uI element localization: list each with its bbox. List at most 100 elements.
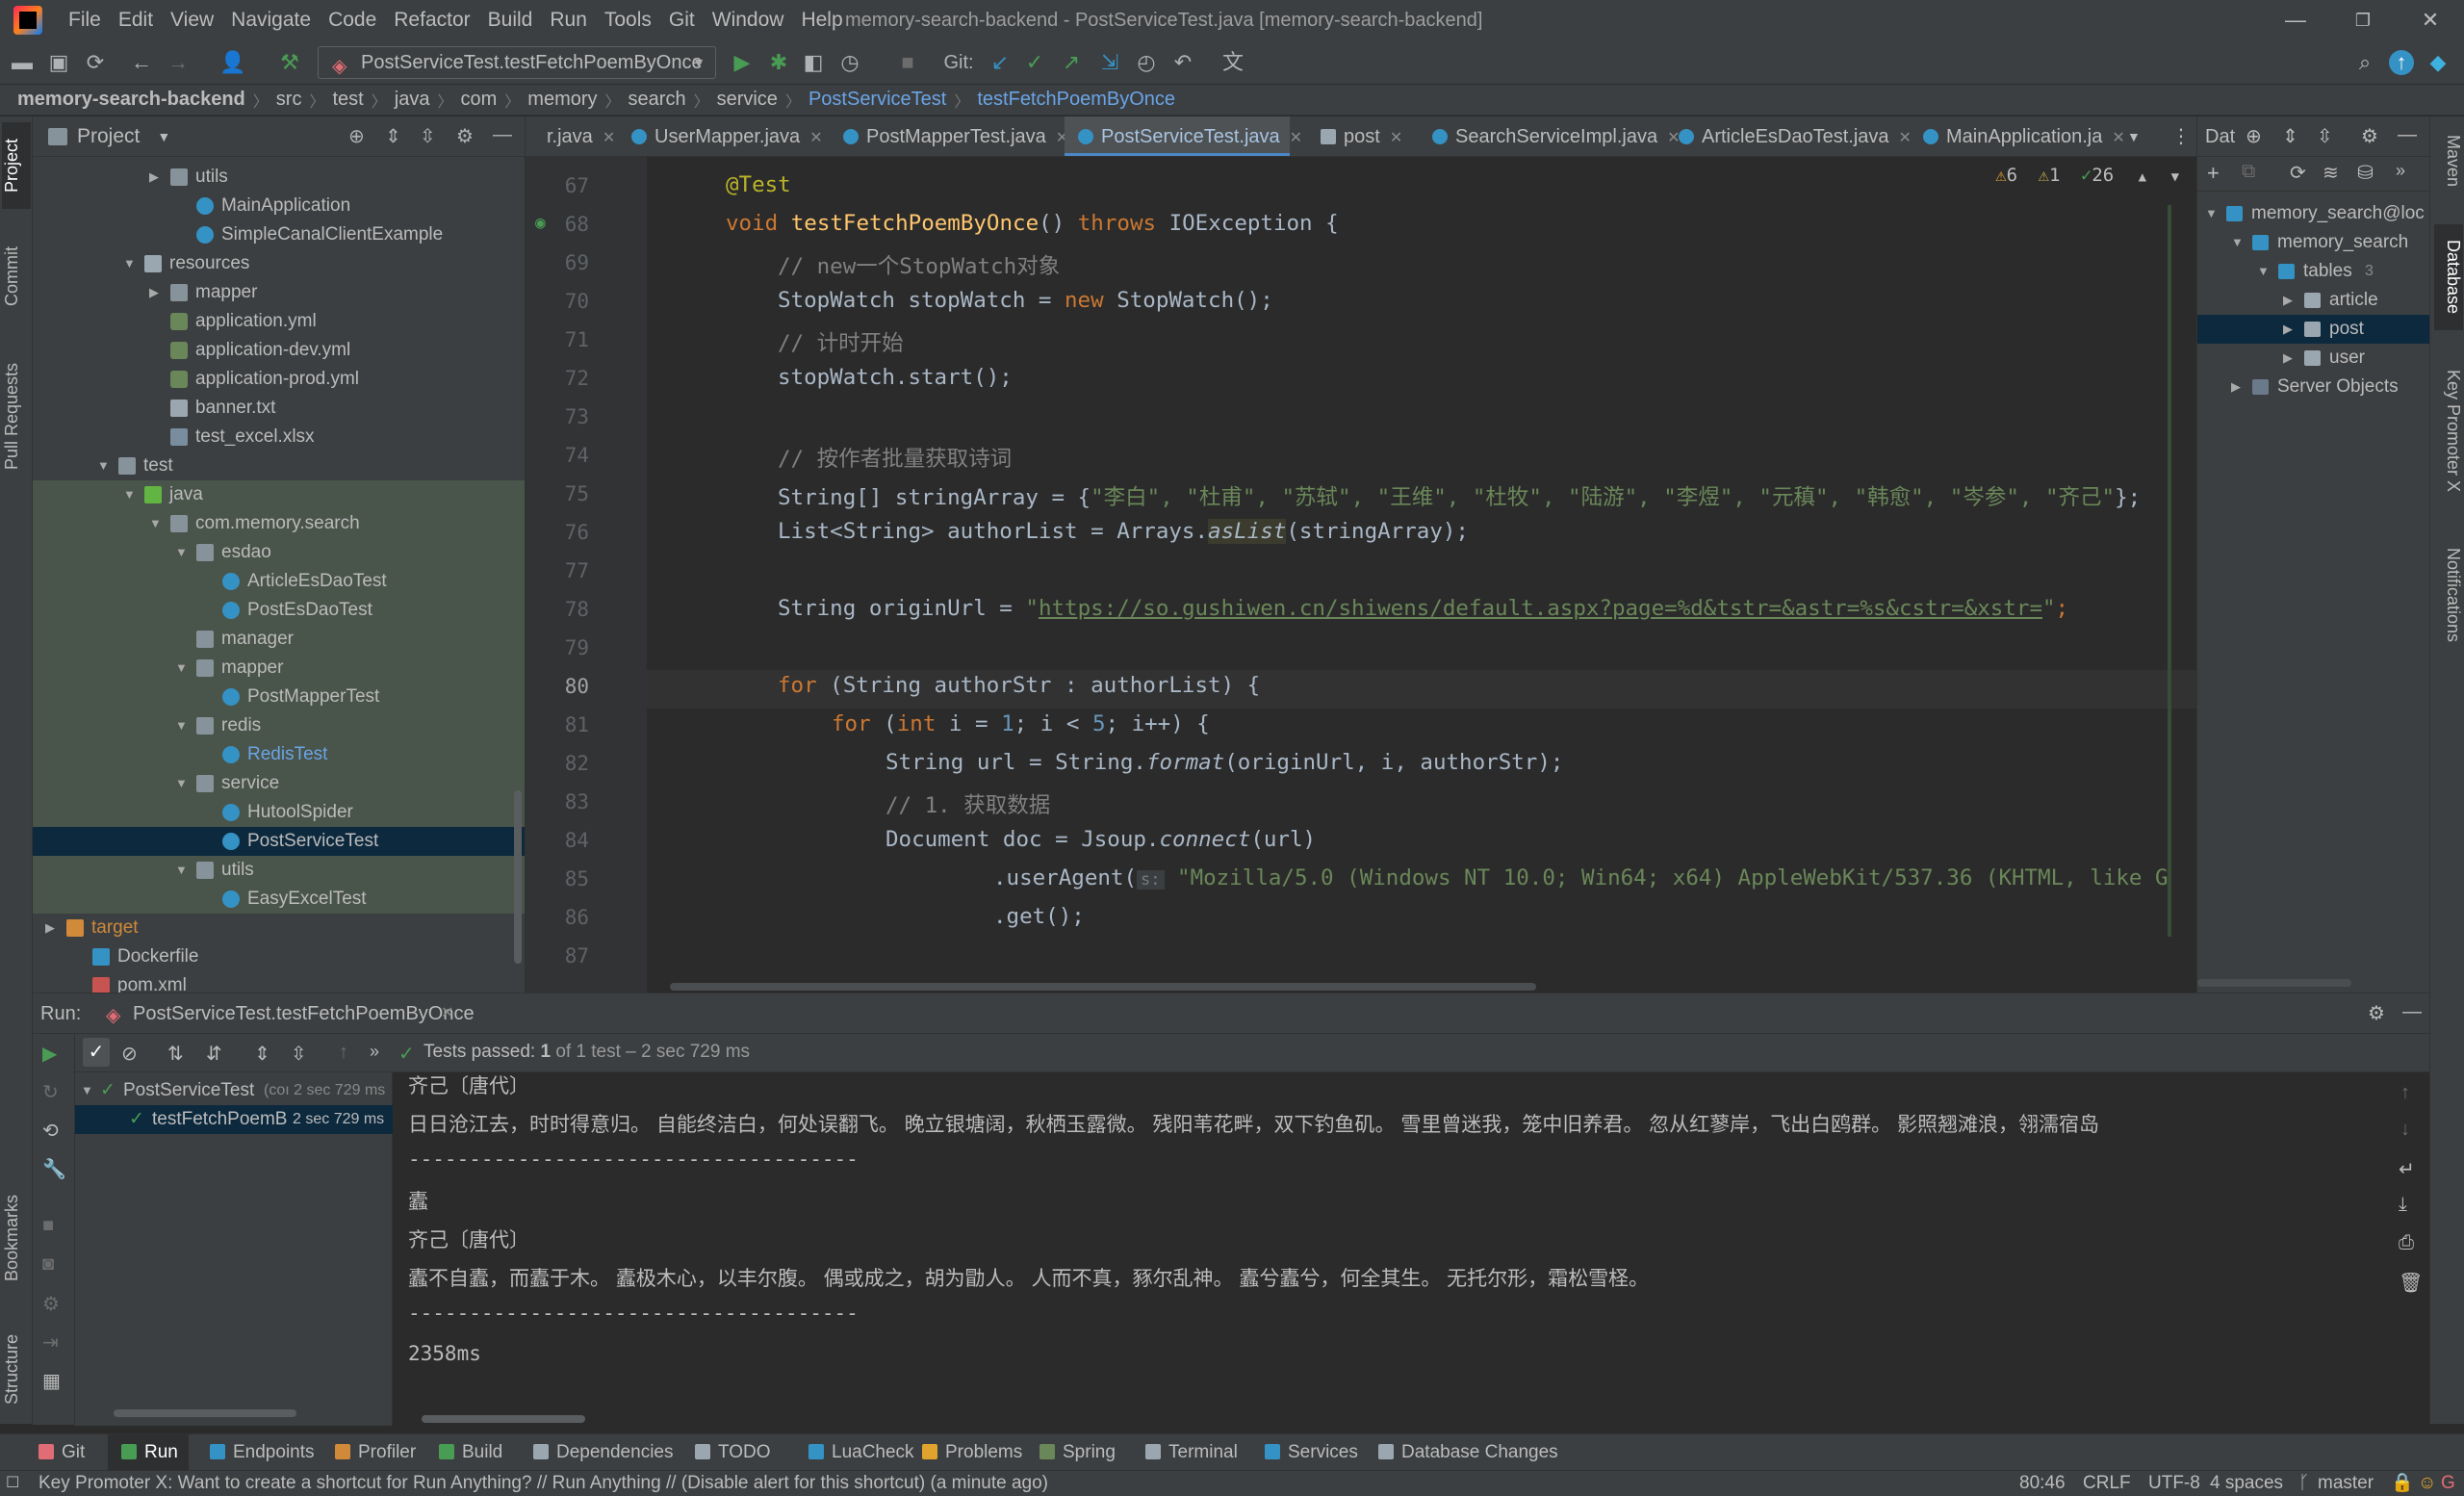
menu-run[interactable]: Run — [541, 0, 596, 40]
camera-icon[interactable]: ◙ — [42, 1253, 54, 1276]
breadcrumb-method[interactable]: testFetchPoemByOnce — [969, 89, 1183, 111]
run-gutter-icon[interactable]: ◉ — [535, 213, 554, 233]
bottom-tool-endpoints[interactable]: Endpoints — [196, 1434, 315, 1471]
project-tree-item[interactable]: application-prod.yml — [33, 365, 525, 394]
file-encoding[interactable]: UTF-8 — [2148, 1471, 2200, 1496]
project-tree-item[interactable]: PostMapperTest — [33, 683, 525, 711]
chevron-right-icon[interactable]: ▶ — [2231, 373, 2241, 401]
project-tree-item[interactable]: ▼ esdao — [33, 538, 525, 567]
stripe-commit[interactable]: Commit — [2, 230, 31, 322]
menu-edit[interactable]: Edit — [110, 0, 162, 40]
indent-setting[interactable]: 4 spaces — [2210, 1471, 2283, 1496]
url-link[interactable]: https://so.gushiwen.cn/shiwens/default.a… — [1039, 596, 2042, 621]
toggle-auto-test-icon[interactable]: ⟲ — [42, 1119, 59, 1143]
menu-tools[interactable]: Tools — [596, 0, 660, 40]
tab-list-chevron-icon[interactable]: ▼ — [2127, 116, 2141, 156]
breadcrumb-src[interactable]: src — [269, 89, 310, 111]
settings-icon[interactable]: ⚙ — [42, 1292, 60, 1316]
menu-navigate[interactable]: Navigate — [222, 0, 320, 40]
database-tree-item[interactable]: ▼ memory_search@loc — [2197, 199, 2429, 228]
status-message[interactable]: Key Promoter X: Want to create a shortcu… — [38, 1471, 1048, 1496]
stop-icon[interactable]: ■ — [42, 1215, 54, 1237]
expand-all-icon[interactable]: ⇕ — [254, 1042, 270, 1066]
update-icon[interactable]: ↑ — [2389, 50, 2414, 75]
open-folder-icon[interactable]: ▬ — [10, 50, 35, 75]
chevron-down-icon[interactable]: ▼ — [123, 249, 136, 278]
project-tree-item[interactable]: ▶ target — [33, 914, 525, 942]
inspection-widget[interactable]: ⚠6 ⚠1 ✓26 ▲ ▼ — [1995, 165, 2179, 186]
run-icon[interactable]: ▶ — [730, 50, 755, 75]
editor-tab[interactable]: post ✕ — [1307, 116, 1407, 156]
chevron-right-icon[interactable]: » — [370, 1042, 379, 1062]
menu-git[interactable]: Git — [660, 0, 704, 40]
up-icon[interactable]: ↑ — [2400, 1082, 2410, 1104]
stripe-key-promoter[interactable]: Key Promoter X — [2434, 359, 2463, 503]
close-window-button[interactable]: ✕ — [2397, 0, 2464, 40]
test-suite-row[interactable]: ▼ ✓ PostServiceTest (coı 2 sec 729 ms — [75, 1076, 393, 1105]
soft-wrap-icon[interactable]: ↵ — [2399, 1157, 2415, 1181]
run-tab[interactable]: PostServiceTest.testFetchPoemByOnce — [133, 1003, 475, 1025]
menu-file[interactable]: File — [60, 0, 110, 40]
bottom-tool-spring[interactable]: Spring — [1026, 1434, 1124, 1471]
project-tree-item[interactable]: application-dev.yml — [33, 336, 525, 365]
chevron-down-icon[interactable]: ▼ — [175, 856, 188, 885]
breadcrumb-com[interactable]: com — [452, 89, 504, 111]
properties-icon[interactable]: ≋ — [2323, 161, 2339, 185]
save-all-icon[interactable]: ▣ — [46, 50, 71, 75]
breadcrumb-project[interactable]: memory-search-backend — [0, 89, 253, 111]
project-tree-item[interactable]: ▼ test — [33, 451, 525, 480]
show-ignored-icon[interactable]: ⊘ — [121, 1042, 138, 1066]
chevron-down-icon[interactable]: ▼ — [123, 480, 136, 509]
collapse-all-icon[interactable]: ⇳ — [420, 124, 436, 148]
hide-icon[interactable]: — — [2398, 124, 2417, 146]
stripe-database[interactable]: Database — [2434, 224, 2463, 330]
gear-icon[interactable]: ⚙ — [456, 124, 474, 148]
project-tree-item[interactable]: ▼ com.memory.search — [33, 509, 525, 538]
add-icon[interactable]: + — [2207, 161, 2220, 186]
project-tree-item[interactable]: application.yml — [33, 307, 525, 336]
chevron-down-icon[interactable]: ▼ — [175, 654, 188, 683]
chevron-down-icon[interactable]: ▼ — [175, 769, 188, 798]
editor-tab[interactable]: SearchServiceImpl.java ✕ — [1419, 116, 1681, 156]
bottom-tool-build[interactable]: Build — [425, 1434, 512, 1471]
status-checkbox-icon[interactable]: ☐ — [6, 1471, 19, 1496]
sync-icon[interactable]: ⟳ — [83, 50, 108, 75]
console-output[interactable]: 齐己〔唐代〕 日日沧江去，时时得意归。 自能终洁白，何处误翻飞。 晚立银塘阔，秋… — [393, 1072, 2429, 1426]
chevron-right-icon[interactable]: ▶ — [149, 278, 159, 307]
breadcrumb-class[interactable]: PostServiceTest — [801, 89, 954, 111]
chevron-down-icon[interactable]: ▼ — [175, 711, 188, 740]
chevron-down-icon[interactable]: ▼ — [2231, 228, 2244, 257]
editor-tab[interactable]: MainApplication.ja ✕ — [1910, 116, 2154, 156]
stripe-notifications[interactable]: Notifications — [2434, 532, 2463, 658]
chevron-down-icon[interactable]: ▼ — [2205, 199, 2218, 228]
editor-tab[interactable]: UserMapper.java ✕ — [618, 116, 828, 156]
horizontal-scrollbar[interactable] — [670, 983, 1536, 991]
project-tree-item[interactable]: ▼ resources — [33, 249, 525, 278]
menu-code[interactable]: Code — [320, 0, 385, 40]
lock-icon[interactable]: 🔒 — [2391, 1471, 2414, 1496]
close-tab-icon[interactable]: ✕ — [1390, 130, 1402, 146]
gear-icon[interactable]: ⚙ — [2368, 1001, 2385, 1025]
bottom-tool-run[interactable]: Run — [108, 1434, 189, 1471]
breadcrumb-java[interactable]: java — [387, 89, 438, 111]
database-panel-title[interactable]: Dat — [2205, 126, 2235, 148]
debug-icon[interactable]: ✱ — [766, 50, 791, 75]
scroll-to-end-icon[interactable]: ⤓ — [2399, 1194, 2407, 1216]
breadcrumb-search[interactable]: search — [621, 89, 694, 111]
database-tree-item[interactable]: ▶ Server Objects — [2197, 373, 2429, 401]
chevron-right-icon[interactable]: » — [2396, 161, 2405, 181]
breadcrumb-memory[interactable]: memory — [520, 89, 604, 111]
project-tree-item[interactable]: banner.txt — [33, 394, 525, 423]
project-tree-item[interactable]: HutoolSpider — [33, 798, 525, 827]
editor-tab[interactable]: r.java ✕ — [533, 116, 616, 156]
down-icon[interactable]: ↓ — [2400, 1119, 2410, 1141]
menu-help[interactable]: Help — [792, 0, 851, 40]
close-tab-icon[interactable]: ✕ — [2112, 130, 2124, 146]
git-commit-icon[interactable]: ✓ — [1022, 50, 1047, 75]
console-scrollbar[interactable] — [422, 1415, 585, 1423]
gear-icon[interactable]: ⚙ — [2361, 124, 2378, 148]
project-tree-item[interactable]: MainApplication — [33, 192, 525, 220]
rerun-failed-icon[interactable]: ↻ — [42, 1080, 59, 1104]
breadcrumb-test[interactable]: test — [324, 89, 371, 111]
minimize-button[interactable]: — — [2262, 0, 2329, 40]
